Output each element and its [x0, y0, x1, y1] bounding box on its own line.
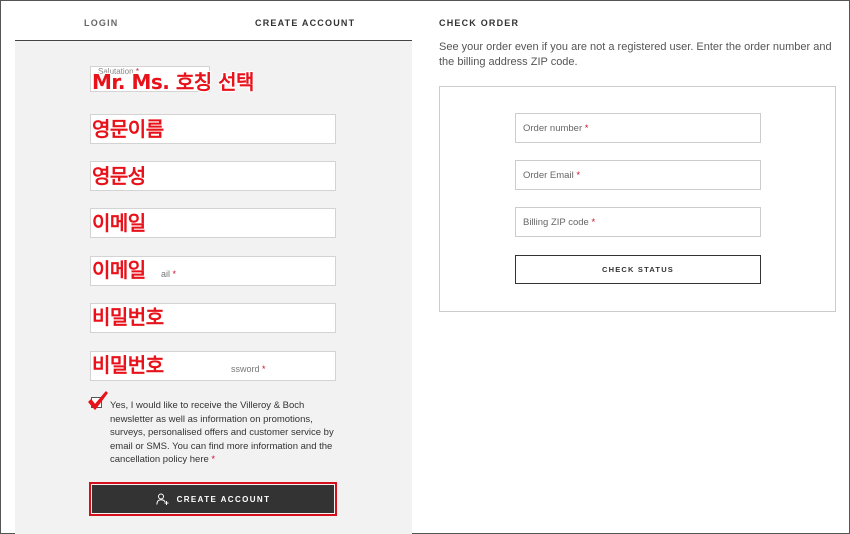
check-status-button[interactable]: CHECK STATUS — [515, 255, 761, 284]
newsletter-consent-text: Yes, I would like to receive the Villero… — [110, 400, 334, 465]
billing-zip-input[interactable]: Billing ZIP code * — [515, 207, 761, 237]
consent-text: Yes, I would like to receive the Villero… — [110, 400, 334, 465]
order-email-input[interactable]: Order Email * — [515, 160, 761, 190]
order-number-placeholder: Order number — [523, 123, 583, 134]
tab-login[interactable]: LOGIN — [84, 18, 119, 28]
salutation-annotation: Mr. Ms. 호칭 선택 — [92, 70, 254, 94]
email-annotation: 이메일 — [92, 211, 146, 235]
order-email-placeholder: Order Email — [523, 170, 574, 181]
confirm-password-annotation: 비밀번호 — [92, 353, 164, 377]
billing-zip-placeholder: Billing ZIP code — [523, 217, 589, 228]
add-user-icon — [155, 493, 169, 505]
tab-create-account[interactable]: CREATE ACCOUNT — [255, 18, 355, 28]
create-account-button[interactable]: CREATE ACCOUNT — [92, 485, 334, 513]
cancellation-policy-link[interactable]: here — [190, 454, 209, 465]
first-name-annotation: 영문이름 — [92, 117, 164, 141]
checkmark-icon — [88, 391, 108, 410]
confirm-password-fragment: ssword — [231, 364, 260, 374]
order-number-input[interactable]: Order number * — [515, 113, 761, 143]
confirm-email-fragment: ail — [161, 269, 171, 279]
password-annotation: 비밀번호 — [92, 305, 164, 329]
confirm-email-annotation: 이메일 — [92, 258, 146, 282]
create-account-button-label: CREATE ACCOUNT — [176, 494, 271, 504]
check-order-description: See your order even if you are not a reg… — [439, 41, 832, 68]
last-name-annotation: 영문성 — [92, 164, 146, 188]
tab-check-order[interactable]: CHECK ORDER — [439, 18, 519, 28]
